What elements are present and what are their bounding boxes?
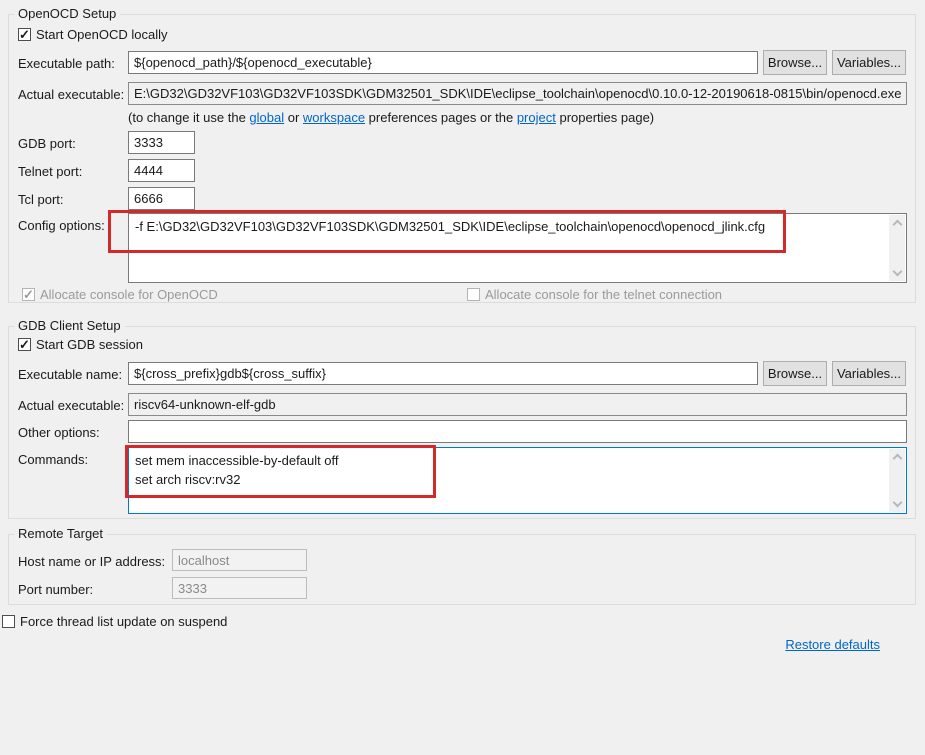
start-gdb-session-label: Start GDB session bbox=[36, 337, 143, 352]
variables-button-gdb[interactable]: Variables... bbox=[832, 361, 906, 386]
force-thread-list-checkbox[interactable] bbox=[2, 615, 15, 628]
variables-button-openocd[interactable]: Variables... bbox=[832, 50, 906, 75]
config-options-label: Config options: bbox=[18, 218, 105, 233]
other-options-label: Other options: bbox=[18, 425, 100, 440]
restore-defaults-link[interactable]: Restore defaults bbox=[785, 637, 880, 652]
config-options-textarea[interactable]: -f E:\GD32\GD32VF103\GD32VF103SDK\GDM325… bbox=[128, 213, 907, 283]
executable-path-input[interactable] bbox=[128, 51, 758, 74]
host-name-field bbox=[172, 549, 307, 571]
scroll-down-icon[interactable] bbox=[892, 267, 902, 277]
allocate-console-telnet-checkbox bbox=[467, 288, 480, 301]
start-openocd-locally-label: Start OpenOCD locally bbox=[36, 27, 168, 42]
project-properties-link[interactable]: project bbox=[517, 110, 556, 125]
gdb-port-input[interactable] bbox=[128, 131, 195, 154]
actual-executable-label-openocd: Actual executable: bbox=[18, 87, 124, 102]
allocate-console-openocd-label: Allocate console for OpenOCD bbox=[40, 287, 218, 302]
host-name-label: Host name or IP address: bbox=[18, 554, 165, 569]
scroll-up-icon[interactable] bbox=[892, 220, 902, 230]
hint-text: (to change it use the bbox=[128, 110, 249, 125]
config-options-scrollbar[interactable] bbox=[889, 215, 905, 281]
other-options-input[interactable] bbox=[128, 420, 907, 443]
actual-executable-field-openocd bbox=[128, 82, 907, 105]
allocate-console-telnet-label: Allocate console for the telnet connecti… bbox=[485, 287, 722, 302]
start-gdb-session-checkbox[interactable] bbox=[18, 338, 31, 351]
port-number-field bbox=[172, 577, 307, 599]
tcl-port-label: Tcl port: bbox=[18, 192, 64, 207]
remote-target-group: Remote Target bbox=[8, 534, 916, 605]
executable-name-input[interactable] bbox=[128, 362, 758, 385]
openocd-debug-config-page: { "colors": { "background": "#f0f0f0", "… bbox=[0, 0, 925, 755]
config-options-text[interactable]: -f E:\GD32\GD32VF103\GD32VF103SDK\GDM325… bbox=[129, 214, 888, 282]
commands-text[interactable]: set mem inaccessible-by-default off set … bbox=[129, 448, 888, 513]
gdb-port-label: GDB port: bbox=[18, 136, 76, 151]
scroll-down-icon[interactable] bbox=[892, 498, 902, 508]
executable-path-label: Executable path: bbox=[18, 56, 115, 71]
browse-button-openocd[interactable]: Browse... bbox=[763, 50, 827, 75]
global-preferences-link[interactable]: global bbox=[249, 110, 284, 125]
openocd-setup-group-title: OpenOCD Setup bbox=[14, 6, 120, 21]
tcl-port-input[interactable] bbox=[128, 187, 195, 210]
commands-scrollbar[interactable] bbox=[889, 449, 905, 512]
start-openocd-locally-checkbox[interactable] bbox=[18, 28, 31, 41]
executable-name-label: Executable name: bbox=[18, 367, 122, 382]
telnet-port-input[interactable] bbox=[128, 159, 195, 182]
commands-textarea[interactable]: set mem inaccessible-by-default off set … bbox=[128, 447, 907, 514]
commands-label: Commands: bbox=[18, 452, 88, 467]
gdb-client-setup-group-title: GDB Client Setup bbox=[14, 318, 125, 333]
port-number-label: Port number: bbox=[18, 582, 93, 597]
telnet-port-label: Telnet port: bbox=[18, 164, 82, 179]
actual-executable-field-gdb bbox=[128, 393, 907, 416]
hint-text: preferences pages or the bbox=[365, 110, 517, 125]
preferences-hint: (to change it use the global or workspac… bbox=[128, 110, 654, 125]
allocate-console-openocd-checkbox bbox=[22, 288, 35, 301]
hint-text: or bbox=[284, 110, 303, 125]
remote-target-group-title: Remote Target bbox=[14, 526, 107, 541]
workspace-preferences-link[interactable]: workspace bbox=[303, 110, 365, 125]
scroll-up-icon[interactable] bbox=[892, 454, 902, 464]
browse-button-gdb[interactable]: Browse... bbox=[763, 361, 827, 386]
actual-executable-label-gdb: Actual executable: bbox=[18, 398, 124, 413]
force-thread-list-label: Force thread list update on suspend bbox=[20, 614, 227, 629]
hint-text: properties page) bbox=[556, 110, 654, 125]
